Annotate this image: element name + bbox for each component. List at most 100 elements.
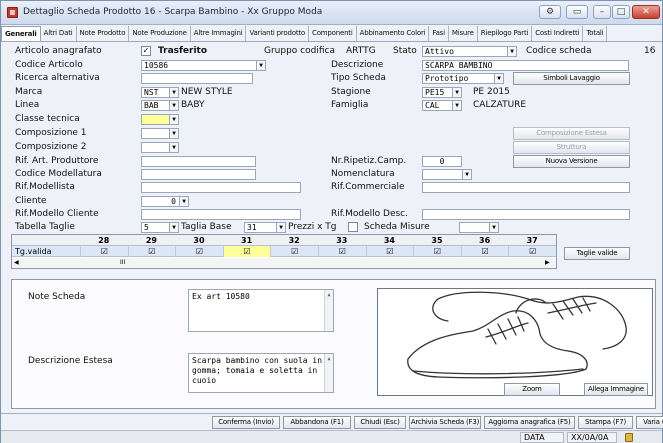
size-valid-checkbox[interactable]: ☑ — [127, 246, 176, 257]
tab-componenti[interactable]: Componenti — [309, 26, 357, 41]
note-scheda-textarea[interactable]: Ex art 10580 ▲ — [188, 289, 334, 332]
size-valid-checkbox[interactable]: ☑ — [318, 246, 366, 257]
rif-art-produttore-input[interactable] — [141, 156, 256, 167]
chevron-down-icon[interactable]: ▼ — [169, 115, 178, 124]
famiglia-select[interactable]: CAL ▼ — [422, 100, 462, 111]
zoom-button[interactable]: Zoom — [504, 383, 560, 396]
scroll-left-icon[interactable]: ◀ — [14, 258, 19, 268]
taglie-valide-button[interactable]: Taglie valide — [564, 247, 630, 260]
chevron-down-icon[interactable]: ▼ — [494, 74, 503, 83]
composizione-estesa-button[interactable]: Composizione Estesa — [513, 127, 630, 140]
chevron-down-icon[interactable]: ▼ — [179, 197, 188, 206]
chevron-down-icon[interactable]: ▼ — [169, 101, 178, 110]
action-aggiorna-anagrafica-button[interactable]: Aggiorna anagrafica (F5) — [484, 416, 575, 429]
struttura-button[interactable]: Struttura — [513, 141, 630, 154]
vertical-scrollbar[interactable]: ▲ — [324, 354, 333, 392]
chevron-down-icon[interactable]: ▼ — [169, 143, 178, 152]
action-abbandona-button[interactable]: Abbandona (F1) — [283, 416, 351, 429]
composizione1-select[interactable]: ▼ — [141, 128, 179, 139]
linea-select[interactable]: BAB ▼ — [141, 100, 179, 111]
taglia-base-select[interactable]: 31 ▼ — [244, 222, 286, 233]
nomenclatura-select[interactable]: ▼ — [422, 169, 472, 180]
minimize-icon[interactable]: – — [593, 5, 611, 19]
tab-abbinamento-colori[interactable]: Abbinamento Colori — [357, 26, 430, 41]
stato-select[interactable]: Attivo ▼ — [422, 46, 517, 57]
codice-scheda-label: Codice scheda — [526, 46, 592, 56]
tab-note-prodotto[interactable]: Note Prodotto — [77, 26, 130, 41]
tab-misure[interactable]: Misure — [449, 26, 478, 41]
help-icon[interactable]: ⚙ — [539, 5, 561, 19]
size-valid-checkbox[interactable]: ☑ — [365, 246, 414, 257]
composizione2-label: Composizione 2 — [15, 142, 87, 152]
tab-costi-indiretti[interactable]: Costi Indiretti — [532, 26, 584, 41]
simboli-lavaggio-button[interactable]: Simboli Lavaggio — [513, 72, 630, 85]
classe-tecnica-select[interactable]: ▼ — [141, 114, 179, 125]
scroll-right-icon[interactable]: ▶ — [545, 258, 550, 268]
size-valid-checkbox[interactable]: ☑ — [175, 246, 223, 257]
action-archivia-scheda-button[interactable]: Archivia Scheda (F3) — [409, 416, 481, 429]
close-icon[interactable]: ✕ — [632, 5, 660, 19]
action-varia-button[interactable]: Varia (F9) — [636, 416, 663, 429]
chevron-down-icon[interactable]: ▼ — [507, 47, 516, 56]
tipo-scheda-select[interactable]: Prototipo ▼ — [422, 73, 504, 84]
tab-altre-immagini[interactable]: Altre Immagini — [191, 26, 247, 41]
descrizione-estesa-textarea[interactable]: Scarpa bambino con suola in gomma; tomai… — [188, 353, 334, 393]
rif-modello-desc-label: Rif.Modello Desc. — [331, 209, 408, 219]
scheda-misure-select[interactable]: ▼ — [459, 222, 499, 233]
chevron-down-icon[interactable]: ▼ — [256, 61, 265, 70]
codice-articolo-input[interactable]: 10586 ▼ — [141, 60, 266, 71]
descrizione-input[interactable]: SCARPA BAMBINO — [422, 60, 629, 71]
size-valid-checkbox[interactable]: ☑ — [413, 246, 461, 257]
tab-riepilogo-parti[interactable]: Riepilogo Parti — [478, 26, 533, 41]
tab-altri-dati[interactable]: Altri Dati — [41, 26, 77, 41]
horizontal-scrollbar[interactable]: ◀ III ▶ — [12, 258, 556, 268]
chevron-down-icon[interactable]: ▼ — [462, 170, 471, 179]
size-valid-checkbox[interactable]: ☑ — [508, 246, 556, 257]
chevron-down-icon[interactable]: ▼ — [169, 223, 178, 232]
vertical-scrollbar[interactable]: ▲ — [324, 290, 333, 331]
restore-icon[interactable]: ▭ — [566, 5, 588, 19]
maximize-icon[interactable]: □ — [612, 5, 630, 19]
stagione-select[interactable]: PE15 ▼ — [422, 87, 462, 98]
cliente-select[interactable]: 0 ▼ — [141, 196, 189, 207]
chevron-down-icon[interactable]: ▼ — [452, 101, 461, 110]
nr-ripetiz-input[interactable]: 0 — [422, 156, 462, 167]
chevron-down-icon[interactable]: ▼ — [489, 223, 498, 232]
tab-varianti-prodotto[interactable]: Varianti prodotto — [246, 26, 310, 41]
prezzi-x-tg-checkbox[interactable] — [348, 222, 358, 232]
action-chiudi-button[interactable]: Chiudi (Esc) — [354, 416, 406, 429]
size-valid-checkbox[interactable]: ☑ — [80, 246, 128, 257]
allega-immagine-button[interactable]: Allega Immagine — [584, 383, 648, 396]
action-conferma-button[interactable]: Conferma (Invio) — [212, 416, 280, 429]
rif-commerciale-input[interactable] — [422, 182, 630, 193]
descrizione-label: Descrizione — [331, 60, 384, 70]
rif-modello-desc-input[interactable] — [422, 209, 630, 220]
size-valid-checkbox[interactable]: ☑ — [270, 246, 318, 257]
codice-modellatura-input[interactable] — [141, 169, 256, 180]
tg-valida-label: Tg.valida — [15, 247, 52, 256]
action-stampa-button[interactable]: Stampa (F7) — [578, 416, 633, 429]
note-scheda-value: Ex art 10580 — [192, 292, 250, 301]
tab-generali[interactable]: Generali — [1, 26, 41, 41]
marca-select[interactable]: NST ▼ — [141, 87, 179, 98]
title-bar[interactable]: Dettaglio Scheda Prodotto 16 - Scarpa Ba… — [1, 1, 662, 25]
trasferito-checkbox[interactable]: ✓ — [141, 46, 151, 56]
composizione2-select[interactable]: ▼ — [141, 142, 179, 153]
chevron-down-icon[interactable]: ▼ — [452, 88, 461, 97]
tabella-taglie-select[interactable]: 5 ▼ — [141, 222, 179, 233]
stagione-code: PE15 — [425, 88, 445, 97]
size-valid-checkbox[interactable]: ☑ — [460, 246, 509, 257]
chevron-down-icon[interactable]: ▼ — [169, 88, 178, 97]
scroll-thumb[interactable]: III — [120, 258, 125, 268]
nuova-versione-button[interactable]: Nuova Versione — [513, 155, 630, 168]
rif-modello-cliente-input[interactable] — [141, 209, 301, 220]
size-valid-checkbox[interactable]: ☑ — [222, 246, 271, 257]
chevron-down-icon[interactable]: ▼ — [169, 129, 178, 138]
chevron-down-icon[interactable]: ▼ — [276, 223, 285, 232]
tab-note-produzione[interactable]: Note Produzione — [129, 26, 191, 41]
tab-totali[interactable]: Totali — [583, 26, 608, 41]
ricerca-alternativa-input[interactable] — [141, 73, 253, 84]
tab-fasi[interactable]: Fasi — [429, 26, 449, 41]
cliente-label: Cliente — [15, 196, 47, 206]
rif-modellista-input[interactable] — [141, 182, 301, 193]
